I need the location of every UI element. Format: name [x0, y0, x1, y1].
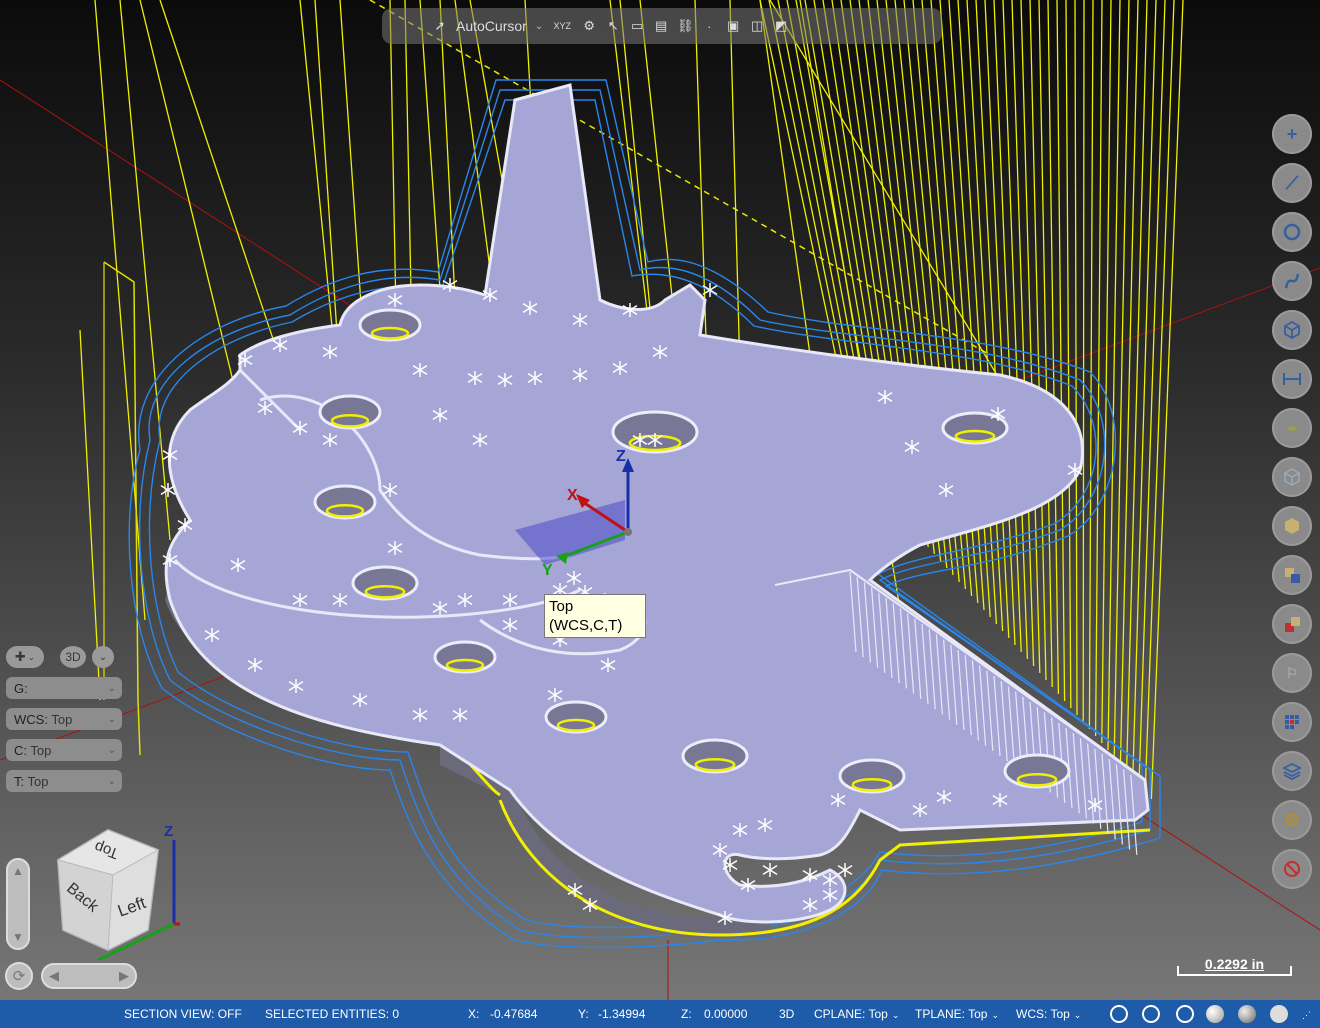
line-icon[interactable]: ⟋ [1272, 163, 1312, 203]
gnomon-x-label: X [567, 487, 578, 504]
cube-z-label: Z [164, 823, 173, 840]
window-select-icon[interactable]: ▭ [629, 18, 645, 34]
view-cube[interactable]: Top Back Left Z [48, 820, 188, 960]
layers-icon[interactable] [1272, 751, 1312, 791]
shaded-sphere-icon[interactable] [1206, 1005, 1224, 1023]
rotate-view-icon[interactable]: ⟳ [5, 962, 33, 990]
resize-grip-icon[interactable]: ⋰ [1302, 1010, 1311, 1021]
wcs-combo[interactable]: WCS: Top ⌄ [6, 708, 122, 730]
scale-bar [1177, 966, 1292, 976]
autocursor-dropdown[interactable]: AutoCursor [456, 18, 527, 34]
gview-label: G: [14, 680, 28, 696]
plus-icon: ✚ [14, 649, 26, 664]
chevron-down-icon: ⌄ [98, 651, 108, 663]
chevron-down-icon: ⌄ [1073, 1010, 1082, 1020]
wireframe-globe-icon[interactable] [1142, 1005, 1160, 1023]
wcs-label: WCS: [14, 711, 48, 727]
y-coord-label: Y: [578, 1007, 589, 1021]
plane-tooltip: Top (WCS,C,T) [544, 594, 646, 638]
cplane-label: C: [14, 742, 27, 758]
tplane-combo[interactable]: T: Top ⌄ [6, 770, 122, 792]
solid-select-icon[interactable]: ◩ [773, 18, 789, 34]
xyz-icon[interactable]: XYZ [551, 18, 573, 34]
chevron-down-icon: ⌄ [107, 744, 116, 756]
wcs-status[interactable]: WCS: Top ⌄ [1016, 1007, 1081, 1021]
x-coord-value: -0.47684 [490, 1007, 538, 1021]
spline-icon[interactable] [1272, 261, 1312, 301]
horizontal-pan-control[interactable]: ◀ ▶ [41, 963, 137, 989]
cplane-combo[interactable]: C: Top ⌄ [6, 739, 122, 761]
no-entry-icon[interactable] [1272, 849, 1312, 889]
section-view-status[interactable]: SECTION VIEW: OFF [124, 1007, 242, 1021]
y-coord-value: -1.34994 [598, 1007, 646, 1021]
selected-entities-status[interactable]: SELECTED ENTITIES: 0 [265, 1007, 399, 1021]
chain-icon[interactable]: ⛓ [677, 18, 694, 34]
add-plane-button[interactable]: ✚ ⌄ [6, 646, 44, 668]
view-mode-label: 3D [65, 650, 81, 664]
wireframe-cube-icon[interactable] [1272, 457, 1312, 497]
point-icon[interactable]: ∙ [701, 18, 717, 34]
chevron-down-icon: ⌄ [27, 651, 36, 662]
tplane-status[interactable]: TPLANE: Top ⌄ [915, 1007, 999, 1021]
plus-point-icon[interactable]: + [1272, 114, 1312, 154]
autocursor-toolbar: ➚ AutoCursor ⌄ XYZ ⚙ ↖ ▭ ▤ ⛓ ∙ ▣ ◫ ◩ [382, 8, 942, 44]
level-icon[interactable]: ⚐ [1272, 653, 1312, 693]
cplane-status-label: CPLANE: Top [814, 1007, 888, 1021]
x-coord-label: X: [468, 1007, 480, 1021]
tplane-status-label: TPLANE: Top [915, 1007, 988, 1021]
translucency-icon[interactable] [1270, 1005, 1288, 1023]
cplane-value: Top [30, 742, 52, 758]
analyze-icon[interactable]: ⌁ [1272, 408, 1312, 448]
gnomon-y-label: Y [542, 562, 553, 579]
z-coord-label: Z: [681, 1007, 692, 1021]
arrow-left-icon: ◀ [49, 968, 59, 983]
z-coord-value: 0.00000 [704, 1007, 748, 1021]
vertical-pan-control[interactable]: ▲ ▼ [6, 858, 30, 950]
hidden-line-icon[interactable] [1176, 1005, 1194, 1023]
box-select-icon[interactable]: ▣ [725, 18, 741, 34]
color-icon[interactable] [1272, 555, 1312, 595]
chevron-down-icon: ⌄ [991, 1010, 1000, 1020]
chevron-down-icon: ⌄ [107, 775, 116, 787]
shaded-cube-icon[interactable] [1272, 506, 1312, 546]
view-mode-button[interactable]: 3D [60, 646, 86, 668]
part-scene[interactable]: Z X Y [0, 0, 1320, 1000]
right-quick-toolbar: + ⟋ ⌁ ⚐ ⚙ [1272, 114, 1314, 898]
tplane-value: Top [27, 773, 49, 789]
tplane-label: T: [14, 773, 25, 789]
circle-icon[interactable] [1272, 212, 1312, 252]
graphics-viewport[interactable]: Z X Y ➚ AutoCursor ⌄ XYZ ⚙ ↖ ▭ ▤ ⛓ ∙ ▣ ◫… [0, 0, 1320, 1000]
clear-color-icon[interactable] [1272, 604, 1312, 644]
arrow-down-icon: ▼ [12, 930, 24, 944]
mask-icon[interactable]: ◫ [749, 18, 765, 34]
solid-box-icon[interactable] [1272, 310, 1312, 350]
chevron-down-icon[interactable]: ⌄ [535, 21, 543, 32]
wcs-status-label: WCS: Top [1016, 1007, 1070, 1021]
scale-indicator: 0.2292 in [1177, 956, 1292, 978]
cursor-arrow-icon[interactable]: ➚ [432, 18, 448, 34]
dimension-icon[interactable] [1272, 359, 1312, 399]
wcs-value: Top [51, 711, 73, 727]
cplane-status[interactable]: CPLANE: Top ⌄ [814, 1007, 899, 1021]
globe-icon[interactable] [1110, 1005, 1128, 1023]
mode-status[interactable]: 3D [779, 1007, 794, 1021]
tooltip-line-2: (WCS,C,T) [549, 617, 623, 634]
view-mode-dropdown[interactable]: ⌄ [92, 646, 114, 668]
chevron-down-icon: ⌄ [891, 1010, 900, 1020]
shaded-edges-icon[interactable] [1238, 1005, 1256, 1023]
chevron-down-icon: ⌄ [107, 713, 116, 725]
plane-manager-panel: ✚ ⌄ 3D ⌄ G: ⌄ WCS: Top ⌄ C: Top ⌄ T: Top … [6, 646, 124, 801]
grid-icon[interactable] [1272, 702, 1312, 742]
arrow-up-icon: ▲ [12, 864, 24, 878]
status-bar: SECTION VIEW: OFF SELECTED ENTITIES: 0 X… [0, 1000, 1320, 1028]
chevron-down-icon: ⌄ [107, 682, 116, 694]
tooltip-line-1: Top [549, 598, 574, 615]
filter-icon[interactable]: ▤ [653, 18, 669, 34]
arrow-right-icon: ▶ [119, 968, 129, 983]
gnomon-z-label: Z [616, 448, 626, 465]
gear-icon[interactable]: ⚙ [581, 18, 597, 34]
select-arrow-icon[interactable]: ↖ [605, 18, 621, 34]
gview-combo[interactable]: G: ⌄ [6, 677, 122, 699]
settings-gear-icon[interactable]: ⚙ [1272, 800, 1312, 840]
